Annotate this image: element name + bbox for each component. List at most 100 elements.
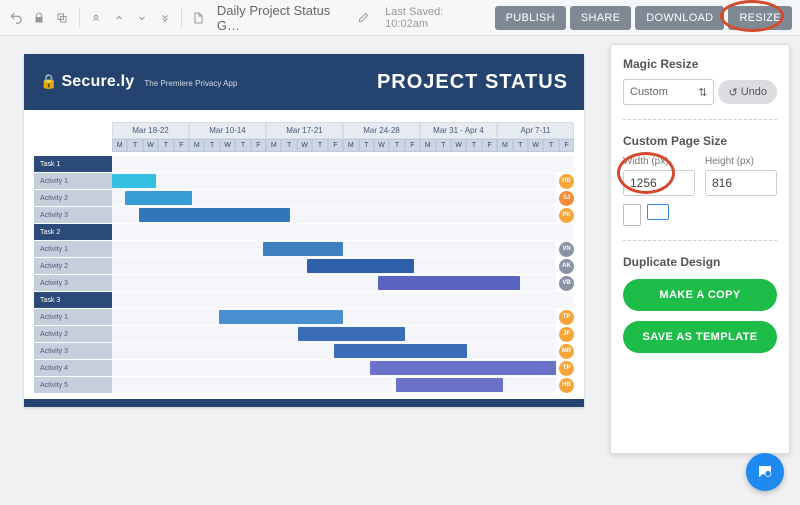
row-track	[112, 309, 556, 325]
row-label: Activity 2	[34, 190, 112, 206]
day-cell: F	[251, 139, 266, 152]
divider	[623, 119, 777, 120]
gantt-row: Activity 2AK	[34, 258, 574, 274]
undo-resize-button[interactable]: ↺Undo	[718, 80, 777, 104]
height-input[interactable]	[705, 170, 777, 196]
day-cell: W	[451, 139, 466, 152]
file-icon[interactable]	[190, 9, 207, 27]
week-cell: Mar 10-14	[189, 122, 266, 139]
chat-fab[interactable]	[746, 453, 784, 491]
gantt-row: Task 2	[34, 224, 574, 240]
row-label: Activity 1	[34, 173, 112, 189]
landscape-icon[interactable]	[647, 204, 669, 220]
copy-icon[interactable]	[54, 9, 71, 27]
gantt-bar[interactable]	[378, 276, 520, 290]
day-cell: T	[359, 139, 374, 152]
day-cell: W	[220, 139, 235, 152]
brand-name: Secure.ly	[61, 73, 134, 91]
gantt-chart: Mar 18-22Mar 10-14Mar 17-21Mar 24-28Mar …	[24, 110, 584, 399]
share-button[interactable]: SHARE	[570, 6, 631, 30]
undo-arrow-icon: ↺	[728, 86, 737, 99]
save-template-button[interactable]: SAVE AS TEMPLATE	[623, 321, 777, 353]
row-label: Activity 4	[34, 360, 112, 376]
row-track	[112, 360, 556, 376]
day-header: MTWTFMTWTFMTWTFMTWTFMTWTFMTWTF	[112, 139, 574, 152]
day-cell: W	[374, 139, 389, 152]
gantt-rows: Task 1Activity 1HBActivity 2SJActivity 3…	[34, 156, 574, 393]
day-cell: W	[528, 139, 543, 152]
row-label: Activity 3	[34, 207, 112, 223]
day-cell: T	[158, 139, 173, 152]
week-cell: Mar 17-21	[266, 122, 343, 139]
gantt-bar[interactable]	[139, 208, 290, 222]
gantt-bar[interactable]	[334, 344, 467, 358]
day-cell: T	[513, 139, 528, 152]
assignee-badge: HB	[559, 174, 574, 189]
gantt-row: Activity 3MR	[34, 343, 574, 359]
assignee-badge: JF	[559, 327, 574, 342]
row-track	[112, 326, 556, 342]
gantt-row: Activity 1TP	[34, 309, 574, 325]
day-cell: M	[420, 139, 435, 152]
undo-icon[interactable]	[8, 9, 25, 27]
assignee-badge: VN	[559, 242, 574, 257]
row-track	[112, 156, 574, 172]
week-header: Mar 18-22Mar 10-14Mar 17-21Mar 24-28Mar …	[112, 122, 574, 139]
move-bottom-icon[interactable]	[156, 9, 173, 27]
canvas-footer	[24, 399, 584, 407]
day-cell: T	[466, 139, 481, 152]
row-label: Activity 3	[34, 275, 112, 291]
day-cell: M	[189, 139, 204, 152]
resize-preset-select[interactable]: Custom ⇅	[623, 79, 714, 105]
gantt-row: Task 3	[34, 292, 574, 308]
gantt-bar[interactable]	[219, 310, 343, 324]
row-label: Activity 1	[34, 241, 112, 257]
lock-icon[interactable]	[31, 9, 48, 27]
gantt-row: Task 1	[34, 156, 574, 172]
day-cell: F	[559, 139, 574, 152]
day-cell: T	[389, 139, 404, 152]
resize-panel: Magic Resize Custom ⇅ ↺Undo Custom Page …	[610, 44, 790, 454]
resize-button[interactable]: RESIZE	[728, 6, 792, 30]
canvas-header: 🔒 Secure.ly The Premiere Privacy App PRO…	[24, 54, 584, 110]
row-label: Activity 3	[34, 343, 112, 359]
week-cell: Mar 24-28	[343, 122, 420, 139]
separator	[79, 8, 80, 28]
gantt-bar[interactable]	[263, 242, 343, 256]
gantt-bar[interactable]	[298, 327, 405, 341]
gantt-bar[interactable]	[307, 259, 414, 273]
width-input[interactable]	[623, 170, 695, 196]
canvas-area: 🔒 Secure.ly The Premiere Privacy App PRO…	[0, 36, 610, 505]
row-label: Task 3	[34, 292, 112, 308]
chevron-updown-icon: ⇅	[698, 86, 707, 99]
gantt-bar[interactable]	[125, 191, 192, 205]
row-track	[112, 377, 556, 393]
move-down-icon[interactable]	[133, 9, 150, 27]
workspace: 🔒 Secure.ly The Premiere Privacy App PRO…	[0, 36, 800, 505]
publish-button[interactable]: PUBLISH	[495, 6, 566, 30]
gantt-row: Activity 1 HB	[34, 173, 574, 189]
edit-title-icon[interactable]	[354, 9, 371, 27]
divider	[623, 240, 777, 241]
portrait-icon[interactable]	[623, 204, 641, 226]
magic-resize-title: Magic Resize	[623, 57, 777, 71]
file-title[interactable]: Daily Project Status G…	[217, 3, 348, 33]
design-canvas[interactable]: 🔒 Secure.ly The Premiere Privacy App PRO…	[24, 54, 584, 407]
top-actions: PUBLISH SHARE DOWNLOAD RESIZE	[495, 6, 792, 30]
gantt-bar[interactable]	[370, 361, 556, 375]
row-track	[112, 173, 556, 189]
move-up-icon[interactable]	[110, 9, 127, 27]
gantt-bar[interactable]	[112, 174, 156, 188]
custom-size-title: Custom Page Size	[623, 134, 777, 148]
row-track	[112, 207, 556, 223]
row-track	[112, 224, 574, 240]
last-saved: Last Saved: 10:02am	[385, 6, 482, 30]
brand-tagline: The Premiere Privacy App	[144, 79, 237, 88]
make-copy-button[interactable]: MAKE A COPY	[623, 279, 777, 311]
download-button[interactable]: DOWNLOAD	[635, 6, 724, 30]
gantt-bar[interactable]	[396, 378, 503, 392]
brand-lock-icon: 🔒	[40, 73, 57, 90]
row-label: Task 2	[34, 224, 112, 240]
move-top-icon[interactable]	[88, 9, 105, 27]
gantt-row: Activity 2SJ	[34, 190, 574, 206]
